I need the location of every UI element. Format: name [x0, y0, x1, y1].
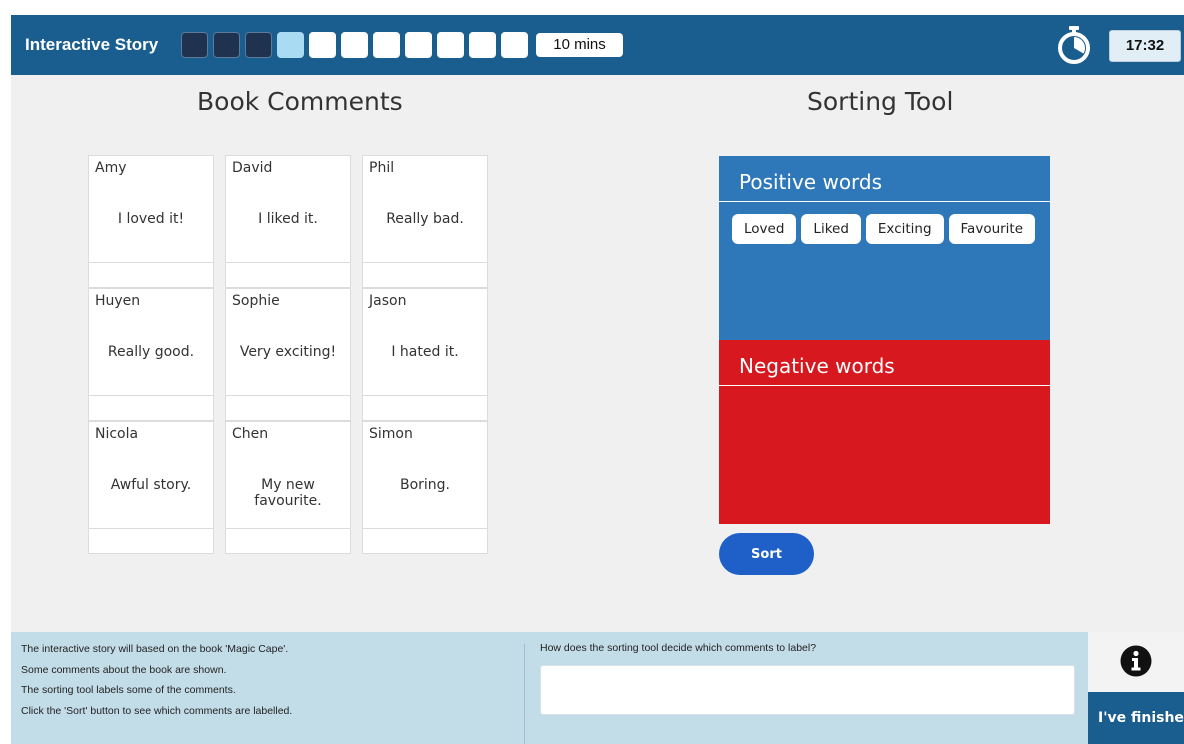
positive-word-chip[interactable]: Liked: [801, 214, 861, 244]
progress-step: [309, 32, 336, 58]
comment-text: I liked it.: [258, 211, 318, 227]
comment-label-slot: [226, 395, 350, 420]
positive-word-list: Loved Liked Exciting Favourite: [732, 214, 1042, 244]
progress-step: [341, 32, 368, 58]
comment-text: I hated it.: [391, 344, 459, 360]
commenter-name: Phil: [369, 160, 395, 176]
progress-step: [405, 32, 432, 58]
comment-label-slot: [226, 528, 350, 553]
comment-card: Jason I hated it.: [362, 288, 488, 421]
progress-step: [373, 32, 400, 58]
comment-text: I loved it!: [117, 211, 185, 227]
comment-card: Chen My new favourite.: [225, 421, 351, 554]
comment-label-slot: [89, 262, 213, 287]
comment-card: Sophie Very exciting!: [225, 288, 351, 421]
positive-words-box: Positive words Loved Liked Exciting Favouri…: [719, 156, 1050, 340]
comment-text: Really bad.: [386, 211, 464, 227]
app-window: Interactive Story 10 mins 17:32 Book Com…: [11, 15, 1184, 744]
instruction-line: The sorting tool labels some of the comm…: [21, 684, 236, 696]
comment-card: Phil Really bad.: [362, 155, 488, 288]
comment-text: Very exciting!: [239, 344, 337, 360]
comment-label-slot: [363, 528, 487, 553]
sorting-tool-title: Sorting Tool: [807, 87, 954, 116]
progress-step: [277, 32, 304, 58]
progress-step: [501, 32, 528, 58]
negative-words-title: Negative words: [739, 354, 895, 378]
positive-word-chip[interactable]: Favourite: [948, 214, 1036, 244]
progress-step: [181, 32, 208, 58]
comment-card: Nicola Awful story.: [88, 421, 214, 554]
bottom-divider: [524, 644, 525, 744]
commenter-name: Huyen: [95, 293, 141, 309]
comment-label-slot: [226, 262, 350, 287]
instruction-line: The interactive story will based on the …: [21, 643, 289, 655]
instruction-line: Click the 'Sort' button to see which com…: [21, 704, 293, 717]
comment-card: Amy I loved it!: [88, 155, 214, 288]
finished-button[interactable]: I've finished: [1088, 692, 1184, 744]
comment-label-slot: [363, 395, 487, 420]
stopwatch-icon: [1058, 26, 1090, 64]
positive-word-chip[interactable]: Loved: [732, 214, 797, 244]
info-panel: [1088, 632, 1184, 692]
positive-word-chip[interactable]: Exciting: [865, 214, 944, 244]
instruction-line: Some comments about the book are shown.: [21, 663, 227, 676]
question-label: How does the sorting tool decide which c…: [540, 642, 817, 654]
progress-step: [469, 32, 496, 58]
comment-text: Really good.: [107, 344, 195, 360]
instructions: The interactive story will based on the …: [21, 642, 521, 724]
answer-field[interactable]: [540, 665, 1075, 715]
negative-words-divider: [719, 385, 1050, 386]
positive-words-divider: [719, 201, 1050, 202]
book-comments-title: Book Comments: [197, 87, 403, 116]
commenter-name: Amy: [95, 160, 127, 176]
commenter-name: Chen: [232, 426, 269, 442]
info-icon[interactable]: [1120, 645, 1152, 677]
progress-step: [437, 32, 464, 58]
time-limit-badge: 10 mins: [536, 33, 623, 57]
progress-step: [213, 32, 240, 58]
commenter-name: Nicola: [95, 426, 139, 442]
clock-display: 17:32: [1109, 30, 1181, 62]
comment-label-slot: [363, 262, 487, 287]
app-title: Interactive Story: [25, 35, 159, 54]
comment-label-slot: [89, 528, 213, 553]
comment-card: Huyen Really good.: [88, 288, 214, 421]
comment-label-slot: [89, 395, 213, 420]
comment-card: Simon Boring.: [362, 421, 488, 554]
sort-button[interactable]: Sort: [719, 533, 814, 575]
commenter-name: Simon: [369, 426, 413, 442]
commenter-name: Jason: [369, 293, 407, 309]
negative-words-box: Negative words: [719, 340, 1050, 524]
top-bar: Interactive Story 10 mins 17:32: [11, 15, 1184, 75]
commenter-name: Sophie: [232, 293, 280, 309]
bottom-bar: The interactive story will based on the …: [11, 632, 1184, 744]
positive-words-title: Positive words: [739, 170, 883, 194]
comment-text: Boring.: [399, 477, 451, 493]
comment-text: My new favourite.: [254, 477, 322, 509]
comment-card: David I liked it.: [225, 155, 351, 288]
comment-text: Awful story.: [110, 477, 192, 493]
progress-step: [245, 32, 272, 58]
commenter-name: David: [232, 160, 273, 176]
